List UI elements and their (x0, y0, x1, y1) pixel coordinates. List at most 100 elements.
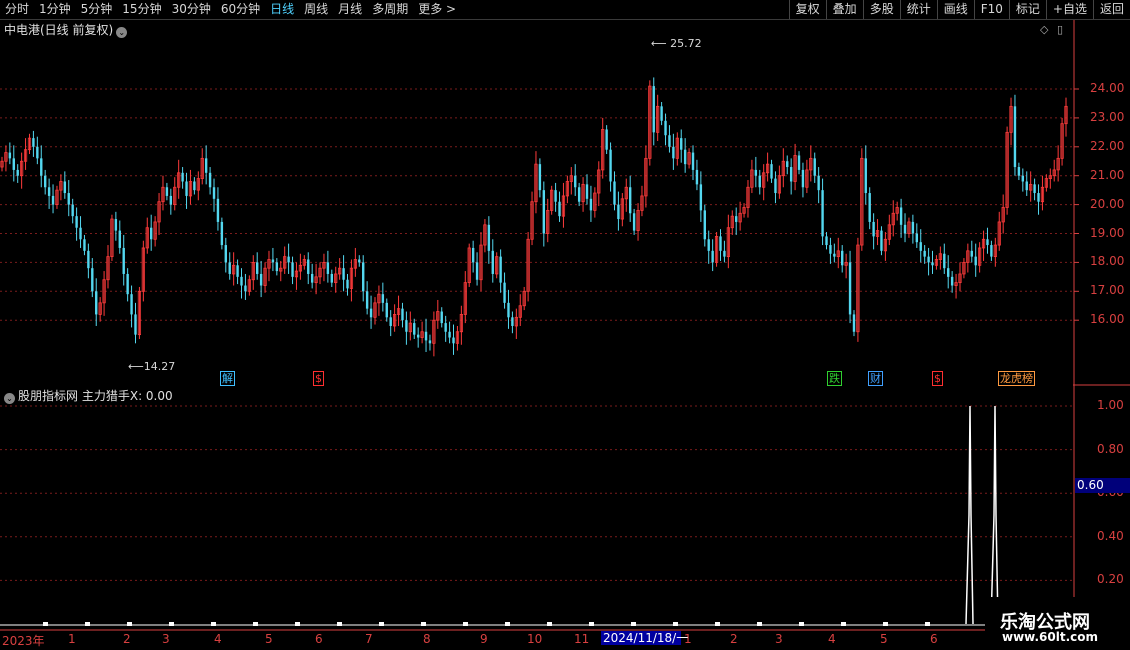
candle (165, 182, 169, 201)
toolbar-button-6[interactable]: 标记 (1008, 0, 1046, 19)
candle (1005, 126, 1009, 215)
indicator-tick-label: 1.00 (1097, 398, 1124, 412)
candle (593, 187, 597, 218)
candle (342, 255, 345, 292)
candle (986, 227, 989, 254)
period-tab-4[interactable]: 30分钟 (167, 0, 216, 19)
candle (530, 191, 534, 246)
candle (448, 321, 451, 344)
candle (915, 223, 919, 248)
date-tick-label: 3 (775, 632, 783, 646)
candle (98, 297, 102, 322)
candle (550, 185, 554, 215)
candle (401, 302, 404, 328)
candle (377, 285, 381, 316)
period-tab-7[interactable]: 周线 (299, 0, 333, 19)
panel-toggle-icon[interactable]: ▯ (1057, 23, 1063, 36)
period-tab-6[interactable]: 日线 (265, 0, 299, 19)
event-marker-4[interactable]: $ (932, 371, 943, 386)
candle (742, 203, 746, 218)
candle (1052, 159, 1056, 182)
event-marker-5[interactable]: 龙虎榜 (998, 371, 1035, 386)
candle (134, 302, 137, 344)
candle (574, 164, 577, 196)
candle (707, 230, 710, 264)
candle (263, 262, 267, 293)
date-tick-label: 3 (162, 632, 170, 646)
candle (923, 245, 926, 264)
event-marker-0[interactable]: 解 (220, 371, 235, 386)
candle (330, 269, 334, 287)
period-tab-1[interactable]: 1分钟 (34, 0, 76, 19)
candle (903, 213, 907, 243)
candle (91, 258, 94, 298)
candle (455, 325, 460, 351)
candle (275, 258, 279, 276)
candle (981, 230, 986, 261)
period-tab-3[interactable]: 15分钟 (117, 0, 166, 19)
candle (130, 285, 133, 328)
candle (491, 239, 494, 283)
candle (931, 250, 934, 274)
candle (844, 253, 848, 279)
date-axis-line (0, 629, 1075, 631)
period-tab-5[interactable]: 60分钟 (216, 0, 265, 19)
diamond-icon[interactable]: ◇ (1040, 23, 1048, 36)
candle (495, 252, 499, 279)
candle (432, 311, 436, 357)
candle (240, 268, 243, 299)
toolbar-button-5[interactable]: F10 (973, 0, 1009, 19)
candle (212, 178, 216, 212)
event-marker-2[interactable]: 跌 (827, 371, 842, 386)
candle (20, 152, 24, 189)
candle (891, 200, 895, 237)
candle (27, 133, 32, 155)
candle (777, 165, 781, 199)
candle (801, 162, 805, 198)
indicator-chart[interactable] (0, 398, 1075, 630)
candle (883, 232, 887, 261)
baseline-dot (421, 622, 426, 626)
candle (813, 152, 816, 183)
candle (4, 145, 8, 172)
toolbar-button-7[interactable]: +自选 (1045, 0, 1093, 19)
candle (256, 252, 259, 280)
indicator-tick-label: 0.20 (1097, 572, 1124, 587)
dropdown-icon[interactable]: ⌄ (116, 27, 128, 38)
candle (338, 258, 342, 280)
toolbar-button-4[interactable]: 画线 (936, 0, 974, 19)
date-tick-label: 5 (880, 632, 888, 646)
candle (291, 256, 294, 285)
baseline-dot (505, 622, 510, 626)
candle (585, 174, 589, 205)
candle (1048, 168, 1052, 189)
toolbar-button-8[interactable]: 返回 (1092, 0, 1130, 19)
toolbar-button-2[interactable]: 多股 (862, 0, 900, 19)
toolbar-button-0[interactable]: 复权 (788, 0, 826, 19)
candle (534, 151, 538, 214)
candle (836, 237, 840, 269)
candle (691, 145, 695, 181)
candle (463, 271, 467, 324)
candle (966, 243, 970, 273)
candle (137, 286, 142, 339)
price-tick-label: 20.00 (1090, 196, 1125, 211)
period-tab-0[interactable]: 分时 (0, 0, 34, 19)
candle (1013, 94, 1017, 176)
candle (251, 255, 255, 290)
candlestick-chart[interactable] (0, 38, 1075, 385)
toolbar-button-1[interactable]: 叠加 (825, 0, 863, 19)
candle (1064, 97, 1068, 137)
event-marker-3[interactable]: 财 (868, 371, 883, 386)
event-marker-1[interactable]: $ (313, 371, 324, 386)
toolbar-button-3[interactable]: 统计 (899, 0, 937, 19)
candle (232, 252, 236, 286)
period-tab-2[interactable]: 5分钟 (76, 0, 118, 19)
candle (271, 247, 275, 272)
period-tab-9[interactable]: 多周期 (367, 0, 413, 19)
period-tab-8[interactable]: 月线 (333, 0, 367, 19)
baseline-dot (295, 622, 300, 626)
baseline-dot (337, 622, 342, 626)
candle (561, 182, 566, 228)
period-tab-10[interactable]: 更多 > (413, 0, 461, 19)
